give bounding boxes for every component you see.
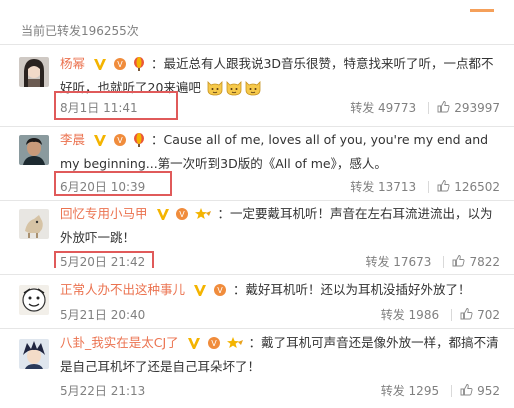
avatar[interactable] bbox=[19, 57, 49, 87]
timestamp-link[interactable]: 5月22日 21:13 bbox=[60, 382, 145, 399]
like-count[interactable]: 126502 bbox=[454, 180, 500, 194]
svg-text:V: V bbox=[180, 210, 186, 219]
divider bbox=[428, 101, 430, 114]
balloon-badge-icon[interactable] bbox=[133, 56, 145, 77]
verified-v-icon[interactable] bbox=[93, 56, 107, 77]
highlight-left-edge bbox=[54, 251, 56, 268]
star-badge-icon[interactable] bbox=[226, 335, 243, 356]
member-badge-icon[interactable]: V bbox=[207, 335, 221, 356]
username-link[interactable]: 李晨 bbox=[60, 132, 85, 147]
divider bbox=[451, 308, 453, 321]
repost-count: 当前已转发196255次 bbox=[21, 24, 139, 38]
header-accent-bar bbox=[470, 9, 494, 12]
thumbs-up-icon[interactable] bbox=[460, 383, 473, 399]
like-count[interactable]: 293997 bbox=[454, 101, 500, 115]
like-count[interactable]: 952 bbox=[477, 384, 500, 398]
avatar[interactable] bbox=[19, 285, 49, 315]
avatar[interactable] bbox=[19, 339, 49, 369]
svg-text:V: V bbox=[217, 286, 223, 295]
thumbs-up-icon[interactable] bbox=[437, 100, 450, 116]
verified-v-icon[interactable] bbox=[187, 335, 201, 356]
member-badge-icon[interactable]: V bbox=[113, 56, 127, 77]
list-item: 正常人办不出这种事儿 V ：戴好耳机听！还以为耳机没插好外放了！ 5月21日 2… bbox=[0, 274, 514, 329]
verified-v-icon[interactable] bbox=[93, 132, 107, 153]
balloon-badge-icon[interactable] bbox=[133, 132, 145, 153]
thumbs-up-icon[interactable] bbox=[437, 179, 450, 195]
star-badge-icon[interactable] bbox=[195, 206, 212, 227]
timestamp-link[interactable]: 5月20日 21:42 bbox=[60, 253, 145, 270]
avatar[interactable] bbox=[19, 209, 49, 239]
list-item: 回忆专用小马甲 V ：一定要戴耳机听！声音在左右耳流进流出，以为外放吓一跳！ 5… bbox=[0, 200, 514, 275]
username-link[interactable]: 正常人办不出这种事儿 bbox=[60, 282, 185, 297]
username-link[interactable]: 回忆专用小马甲 bbox=[60, 206, 148, 221]
highlight-box bbox=[54, 171, 172, 196]
highlight-box bbox=[54, 91, 178, 120]
svg-text:V: V bbox=[117, 136, 123, 145]
highlight-right-edge bbox=[152, 251, 154, 268]
svg-text:V: V bbox=[211, 339, 217, 348]
repost-header: 当前已转发196255次 bbox=[0, 0, 514, 44]
cat-face-emoji bbox=[225, 78, 243, 102]
divider bbox=[428, 180, 430, 193]
verified-v-icon[interactable] bbox=[156, 206, 170, 227]
repost-button[interactable]: 转发 49773 bbox=[350, 99, 416, 116]
verified-v-icon[interactable] bbox=[193, 282, 207, 303]
member-badge-icon[interactable]: V bbox=[113, 132, 127, 153]
avatar[interactable] bbox=[19, 135, 49, 165]
member-badge-icon[interactable]: V bbox=[213, 282, 227, 303]
like-count[interactable]: 7822 bbox=[469, 255, 500, 269]
list-item: 八卦_我实在是太CJ了 V ：戴了耳机可声音还是像外放一样，都搞不清是自己耳机坏… bbox=[0, 328, 514, 408]
thumbs-up-icon[interactable] bbox=[460, 307, 473, 323]
cat-face-emoji bbox=[244, 78, 262, 102]
username-link[interactable]: 杨幂 bbox=[60, 56, 85, 71]
highlight-underline bbox=[54, 251, 154, 253]
like-count[interactable]: 702 bbox=[477, 308, 500, 322]
thumbs-up-icon[interactable] bbox=[452, 254, 465, 270]
repost-button[interactable]: 转发 17673 bbox=[365, 253, 431, 270]
svg-text:V: V bbox=[117, 60, 123, 69]
member-badge-icon[interactable]: V bbox=[175, 206, 189, 227]
comment-text: 戴好耳机听！还以为耳机没插好外放了！ bbox=[245, 282, 471, 297]
repost-button[interactable]: 转发 1295 bbox=[381, 382, 439, 399]
divider bbox=[451, 384, 453, 397]
divider bbox=[443, 255, 445, 268]
cat-face-emoji bbox=[206, 78, 224, 102]
username-link[interactable]: 八卦_我实在是太CJ了 bbox=[60, 335, 179, 350]
timestamp-link[interactable]: 5月21日 20:40 bbox=[60, 306, 145, 323]
repost-button[interactable]: 转发 13713 bbox=[350, 178, 416, 195]
repost-button[interactable]: 转发 1986 bbox=[381, 306, 439, 323]
